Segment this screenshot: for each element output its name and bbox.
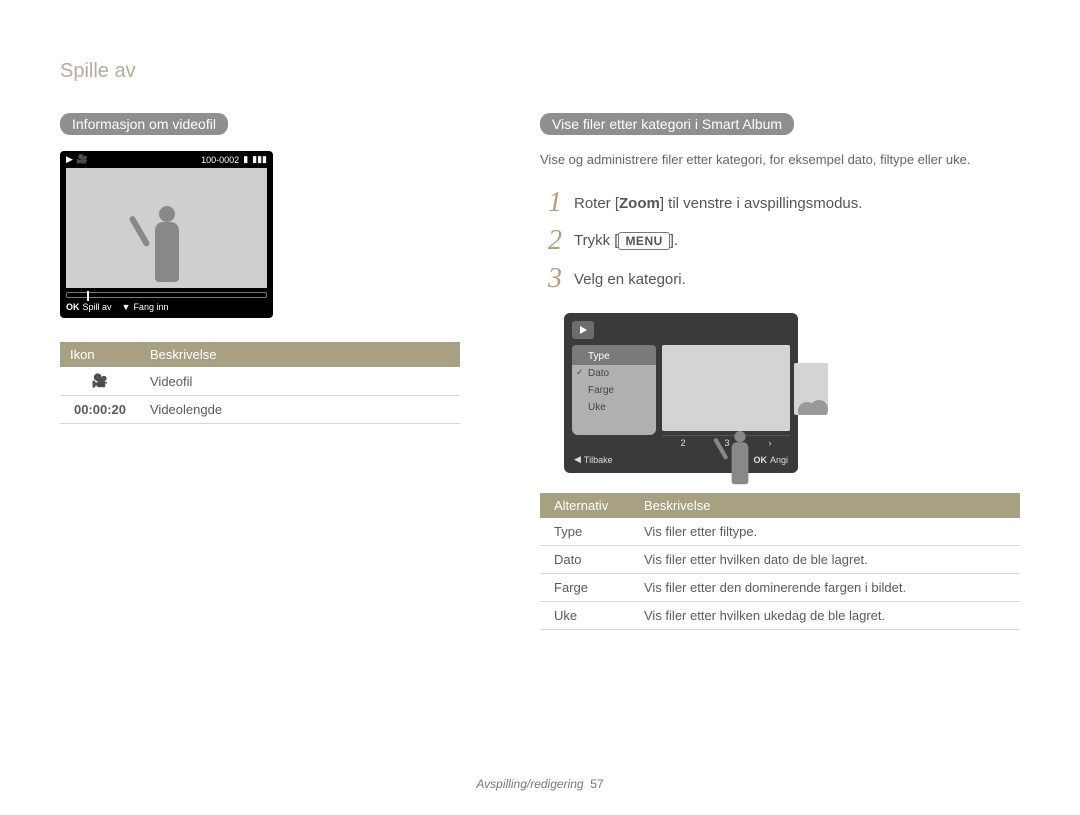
footer-section: Avspilling/redigering bbox=[476, 777, 583, 791]
play-icon: ▶ bbox=[66, 154, 73, 165]
ok-key-icon: OK bbox=[753, 455, 767, 465]
table-row: Videofil bbox=[60, 367, 460, 396]
cell-desc: Videolengde bbox=[140, 396, 460, 424]
step-text: ]. bbox=[670, 232, 678, 249]
battery-icon: ▮▮▮ bbox=[252, 154, 267, 165]
scale-val: 2 bbox=[680, 438, 685, 448]
table-row: Dato Vis filer etter hvilken dato de ble… bbox=[540, 546, 1020, 574]
cell-desc: Vis filer etter hvilken ukedag de ble la… bbox=[630, 602, 1020, 630]
steps-list: 1 Roter [Zoom] til venstre i avspillings… bbox=[540, 187, 1020, 295]
menu-item-dato: Dato bbox=[572, 365, 656, 382]
video-icon: 🎥 bbox=[77, 154, 88, 165]
th-alt: Alternativ bbox=[540, 493, 630, 518]
ok-label: Angi bbox=[770, 455, 788, 465]
down-key-icon: ▼ bbox=[122, 302, 131, 312]
scale-bar: 2 3 › bbox=[662, 435, 790, 450]
category-menu: Type Dato Farge Uke bbox=[572, 345, 656, 435]
back-label: Tilbake bbox=[584, 455, 613, 465]
cell-desc: Vis filer etter den dominerende fargen i… bbox=[630, 574, 1020, 602]
heading-right: Vise filer etter kategori i Smart Album bbox=[540, 113, 794, 135]
cell-desc: Videofil bbox=[140, 367, 460, 396]
timecode-icon: 00:00:20 bbox=[60, 396, 140, 424]
ok-key-icon: OK bbox=[66, 302, 80, 312]
scale-val: 3 bbox=[724, 438, 729, 448]
step-3: 3 Velg en kategori. bbox=[540, 263, 1020, 295]
info-table: Ikon Beskrivelse Videofil 00:00:20 Video… bbox=[60, 342, 460, 424]
smart-album-display: Type Dato Farge Uke 2 3 › bbox=[564, 313, 798, 473]
card-icon: ▮ bbox=[243, 154, 248, 165]
silhouette-icon bbox=[147, 206, 187, 288]
step-text: ] til venstre i avspillingsmodus. bbox=[660, 195, 863, 212]
step-2: 2 Trykk [MENU]. bbox=[540, 225, 1020, 257]
heading-left: Informasjon om videofil bbox=[60, 113, 228, 135]
cell-desc: Vis filer etter hvilken dato de ble lagr… bbox=[630, 546, 1020, 574]
play-mode-icon bbox=[572, 321, 594, 339]
table-row: 00:00:20 Videolengde bbox=[60, 396, 460, 424]
video-display: ▶ 🎥 100-0002 ▮ ▮▮▮ OK Spill av ▼ Fang in… bbox=[60, 151, 273, 318]
chevron-right-icon: › bbox=[768, 438, 771, 448]
page-number: 57 bbox=[590, 777, 603, 791]
step-text: Roter [ bbox=[574, 195, 619, 212]
step-1: 1 Roter [Zoom] til venstre i avspillings… bbox=[540, 187, 1020, 219]
table-row: Type Vis filer etter filtype. bbox=[540, 518, 1020, 546]
chevron-left-icon: ◀ bbox=[574, 454, 581, 465]
step-text: Trykk [ bbox=[574, 232, 618, 249]
th-icon: Ikon bbox=[60, 342, 140, 367]
cell-opt: Farge bbox=[540, 574, 630, 602]
alt-table: Alternativ Beskrivelse Type Vis filer et… bbox=[540, 493, 1020, 630]
step-bold: Zoom bbox=[619, 195, 660, 212]
menu-header: Type bbox=[572, 345, 656, 365]
menu-item-farge: Farge bbox=[572, 382, 656, 399]
cell-opt: Uke bbox=[540, 602, 630, 630]
cell-opt: Dato bbox=[540, 546, 630, 574]
thumb-main bbox=[662, 345, 790, 431]
th-desc: Beskrivelse bbox=[630, 493, 1020, 518]
table-row: Farge Vis filer etter den dominerende fa… bbox=[540, 574, 1020, 602]
step-number: 1 bbox=[540, 187, 562, 219]
cell-opt: Type bbox=[540, 518, 630, 546]
camera-icon bbox=[92, 373, 108, 388]
cell-desc: Vis filer etter filtype. bbox=[630, 518, 1020, 546]
down-label: Fang inn bbox=[133, 302, 168, 312]
thumb-side bbox=[794, 363, 828, 415]
ok-label: Spill av bbox=[83, 302, 112, 312]
col-left: Informasjon om videofil ▶ 🎥 100-0002 ▮ ▮… bbox=[60, 113, 460, 630]
menu-icon: MENU bbox=[618, 232, 669, 250]
counter: 100-0002 bbox=[201, 155, 239, 165]
table-row: Uke Vis filer etter hvilken ukedag de bl… bbox=[540, 602, 1020, 630]
step-text: Velg en kategori. bbox=[574, 271, 686, 288]
breadcrumb: Spille av bbox=[60, 60, 1020, 83]
step-number: 2 bbox=[540, 225, 562, 257]
intro-text: Vise og administrere filer etter kategor… bbox=[540, 151, 1020, 169]
page-footer: Avspilling/redigering 57 bbox=[0, 777, 1080, 791]
step-number: 3 bbox=[540, 263, 562, 295]
progress-bar bbox=[66, 292, 267, 298]
th-desc: Beskrivelse bbox=[140, 342, 460, 367]
menu-item-uke: Uke bbox=[572, 399, 656, 416]
col-right: Vise filer etter kategori i Smart Album … bbox=[540, 113, 1020, 630]
